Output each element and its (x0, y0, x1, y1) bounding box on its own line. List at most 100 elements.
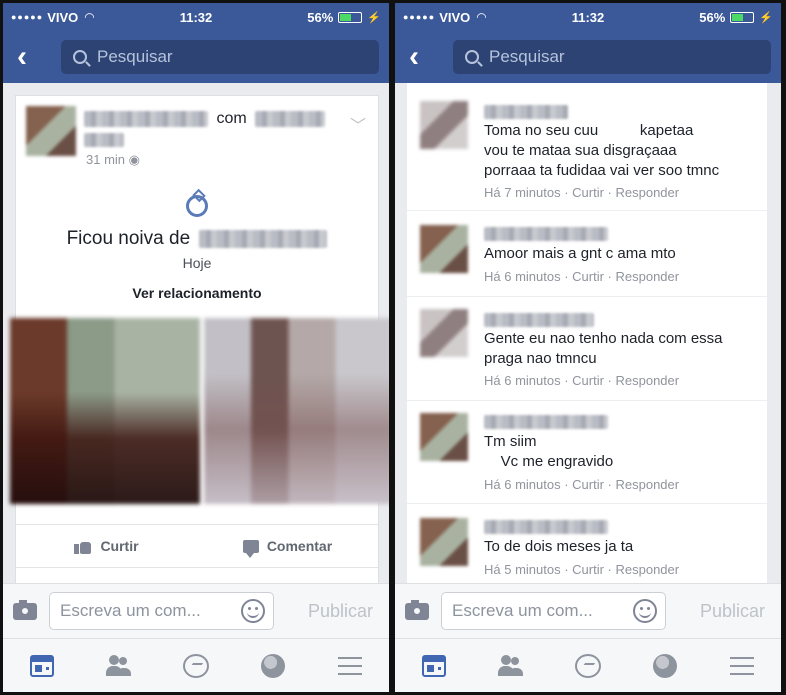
comment-reply-link[interactable]: Responder (616, 562, 680, 577)
comment-text: To de dois meses ja ta (484, 538, 634, 555)
tab-messenger[interactable] (573, 651, 603, 681)
carrier-label: VIVO (47, 9, 79, 25)
news-feed-icon (29, 654, 54, 677)
friends-icon (105, 654, 133, 677)
charging-icon: ⚡ (759, 11, 773, 24)
news-feed-icon (421, 654, 446, 677)
comment-reply-link[interactable]: Responder (616, 373, 680, 388)
life-event-label: Ficou noiva de (66, 228, 191, 249)
comment-time[interactable]: Há 6 minutos (484, 373, 561, 388)
status-bar: ●●●●● VIVO ◠ 11:32 56% ⚡ (3, 3, 389, 31)
comment-like-link[interactable]: Curtir (572, 269, 604, 284)
tab-news-feed[interactable] (419, 651, 449, 681)
tab-bar (395, 638, 781, 692)
avatar[interactable] (420, 518, 468, 566)
like-button[interactable]: Curtir (16, 538, 197, 554)
like-label: Curtir (100, 538, 139, 554)
life-event-title: Ficou noiva de (16, 228, 378, 250)
comment-text: Tm siim Vc me engravido (484, 433, 614, 470)
comment-time[interactable]: Há 5 minutos (484, 562, 561, 577)
phone-screen-comments: ●●●●● VIVO ◠ 11:32 56% ⚡ ‹ Pesquisar Tom… (395, 3, 781, 692)
life-event-date: Hoje (182, 255, 212, 271)
comment-like-link[interactable]: Curtir (572, 477, 604, 492)
comment-button[interactable]: Comentar (197, 538, 378, 558)
emoji-icon[interactable] (241, 599, 265, 623)
search-input[interactable]: Pesquisar (61, 40, 379, 74)
comment-item: Tm siim Vc me engravido Há 6 minutos · C… (407, 401, 767, 504)
charging-icon: ⚡ (367, 11, 381, 24)
tab-notifications[interactable] (650, 651, 680, 681)
avatar[interactable] (420, 225, 468, 273)
redacted-commenter-name[interactable] (484, 104, 568, 119)
comment-input[interactable]: Escreva um com... (49, 592, 274, 630)
post-header: com (84, 110, 326, 128)
tab-friends[interactable] (104, 651, 134, 681)
post-connector: com (216, 110, 247, 127)
redacted-commenter-name[interactable] (484, 414, 608, 429)
post-photo-1[interactable] (10, 318, 200, 504)
tab-notifications[interactable] (258, 651, 288, 681)
avatar[interactable] (26, 106, 76, 156)
chevron-down-icon[interactable]: ﹀ (350, 112, 366, 136)
post-photo-2[interactable] (204, 318, 389, 504)
avatar[interactable] (420, 101, 468, 149)
post-actions: Curtir Comentar (16, 524, 378, 568)
publish-button[interactable]: Publicar (700, 601, 765, 622)
tab-bar (3, 638, 389, 692)
tab-friends[interactable] (496, 651, 526, 681)
tab-menu[interactable] (727, 651, 757, 681)
search-input[interactable]: Pesquisar (453, 40, 771, 74)
camera-icon[interactable] (405, 599, 429, 620)
status-bar: ●●●●● VIVO ◠ 11:32 56% ⚡ (395, 3, 781, 31)
redacted-tagged-name[interactable] (255, 110, 326, 127)
comment-meta: Há 6 minutos · Curtir · Responder (484, 373, 680, 388)
like-icon (74, 538, 92, 554)
avatar[interactable] (420, 413, 468, 461)
battery-icon (730, 11, 755, 23)
comment-time[interactable]: Há 6 minutos (484, 477, 561, 492)
redacted-tagged-name-cont (84, 132, 124, 147)
comment-meta: Há 7 minutos · Curtir · Responder (484, 185, 680, 200)
notifications-globe-icon (653, 653, 678, 678)
redacted-commenter-name[interactable] (484, 226, 608, 241)
comment-placeholder: Escreva um com... (60, 601, 201, 620)
signal-indicator: ●●●●● (403, 12, 436, 22)
redacted-partner-name[interactable] (199, 229, 328, 248)
tab-menu[interactable] (335, 651, 365, 681)
comment-like-link[interactable]: Curtir (572, 373, 604, 388)
tab-messenger[interactable] (181, 651, 211, 681)
comment-text: Amoor mais a gnt c ama mto (484, 245, 676, 262)
redacted-author-name[interactable] (84, 110, 208, 127)
camera-icon[interactable] (13, 599, 37, 620)
menu-icon (730, 656, 755, 675)
publish-button[interactable]: Publicar (308, 601, 373, 622)
comment-like-link[interactable]: Curtir (572, 562, 604, 577)
comment-time[interactable]: Há 6 minutos (484, 269, 561, 284)
top-nav: ‹ Pesquisar (395, 31, 781, 83)
redacted-commenter-name[interactable] (484, 519, 608, 534)
comment-reply-link[interactable]: Responder (616, 269, 680, 284)
clock: 11:32 (179, 9, 213, 25)
phone-screen-post: ●●●●● VIVO ◠ 11:32 56% ⚡ ‹ Pesquisar com… (3, 3, 389, 692)
back-arrow-icon[interactable]: ‹ (409, 42, 439, 72)
signal-indicator: ●●●●● (11, 12, 44, 22)
ring-icon (186, 195, 208, 217)
redacted-commenter-name[interactable] (484, 312, 594, 327)
battery-percent: 56% (307, 9, 334, 25)
post-meta: 31 min ◉ (86, 152, 140, 168)
messenger-icon (182, 653, 209, 678)
carrier-label: VIVO (439, 9, 471, 25)
avatar[interactable] (420, 309, 468, 357)
comment-reply-link[interactable]: Responder (616, 185, 680, 200)
notifications-globe-icon (261, 653, 286, 678)
back-arrow-icon[interactable]: ‹ (17, 42, 47, 72)
view-relationship-link[interactable]: Ver relacionamento (16, 285, 378, 301)
comment-input[interactable]: Escreva um com... (441, 592, 666, 630)
tab-news-feed[interactable] (27, 651, 57, 681)
post-time[interactable]: 31 min (86, 152, 125, 167)
emoji-icon[interactable] (633, 599, 657, 623)
search-icon (465, 50, 479, 64)
comment-reply-link[interactable]: Responder (616, 477, 680, 492)
comment-like-link[interactable]: Curtir (572, 185, 604, 200)
comment-time[interactable]: Há 7 minutos (484, 185, 561, 200)
